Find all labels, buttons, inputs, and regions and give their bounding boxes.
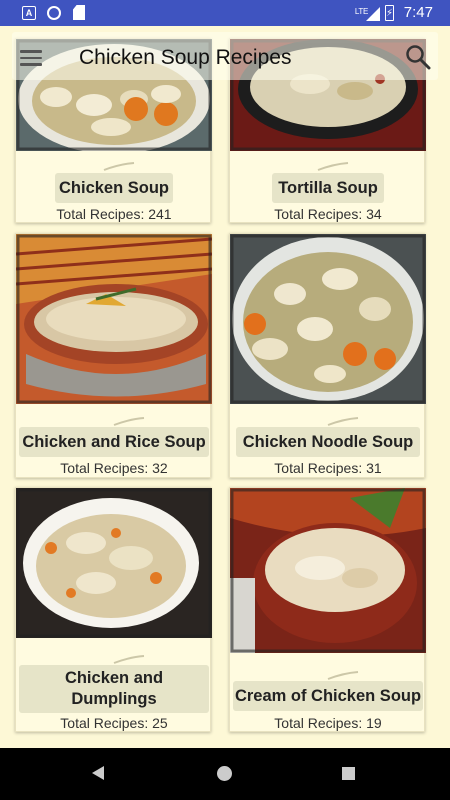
recipe-title-box: Tortilla Soup [272, 173, 384, 203]
recipe-count: Total Recipes: 31 [274, 460, 382, 476]
system-navigation-bar [0, 748, 450, 800]
home-icon[interactable] [217, 766, 232, 781]
recipe-title-box: Chicken Soup [55, 173, 173, 203]
recipe-title: Cream of Chicken Soup [234, 686, 422, 705]
decorative-swoosh [103, 162, 135, 171]
decorative-swoosh [113, 417, 145, 426]
recipe-card-chicken-and-dumplings[interactable]: Chicken and Dumplings Total Recipes: 25 [15, 487, 212, 732]
recipe-title: Chicken Noodle Soup [242, 432, 414, 451]
recipe-title-box: Chicken and Dumplings [19, 665, 209, 713]
recipe-card-chicken-noodle-soup[interactable]: Chicken Noodle Soup Total Recipes: 31 [229, 233, 426, 478]
decorative-swoosh [317, 162, 349, 171]
decorative-swoosh [113, 655, 145, 664]
hamburger-menu-icon[interactable] [20, 50, 42, 66]
decorative-swoosh [327, 417, 359, 426]
chicken-dumplings-photo [16, 488, 212, 638]
recipe-card-cream-of-chicken-soup[interactable]: Cream of Chicken Soup Total Recipes: 19 [229, 487, 426, 732]
back-icon[interactable] [92, 766, 104, 780]
recipe-card-chicken-and-rice-soup[interactable]: Chicken and Rice Soup Total Recipes: 32 [15, 233, 212, 478]
recipe-title: Chicken Soup [58, 178, 169, 197]
decorative-swoosh [327, 671, 359, 680]
chicken-rice-soup-photo [16, 234, 212, 404]
search-icon[interactable] [405, 44, 431, 70]
recipe-title-box: Chicken Noodle Soup [236, 427, 420, 457]
status-bar: A LTE ⚡ 7:47 [0, 0, 450, 26]
recipe-title: Tortilla Soup [278, 178, 378, 197]
chicken-noodle-soup-photo [230, 234, 426, 404]
recipe-title: Chicken and Dumplings [64, 669, 164, 708]
recipe-grid[interactable]: Chicken Soup Total Recipes: 241 Tortilla… [0, 0, 450, 748]
recipe-count: Total Recipes: 32 [60, 460, 168, 476]
recipe-count: Total Recipes: 19 [274, 715, 382, 731]
app-bar: Chicken Soup Recipes [0, 26, 450, 88]
signal-strength-icon [366, 7, 380, 21]
recipe-count: Total Recipes: 241 [56, 206, 172, 222]
clock-time: 7:47 [403, 3, 433, 21]
recipe-title-box: Cream of Chicken Soup [233, 681, 423, 711]
recipe-count: Total Recipes: 25 [60, 715, 168, 731]
recent-apps-icon[interactable] [342, 767, 355, 780]
cream-chicken-soup-photo [230, 488, 426, 653]
sd-card-icon [73, 5, 85, 20]
recipe-title-box: Chicken and Rice Soup [19, 427, 209, 457]
sync-circle-icon [47, 6, 61, 20]
recipe-title: Chicken and Rice Soup [22, 432, 206, 451]
recipe-count: Total Recipes: 34 [274, 206, 382, 222]
page-title: Chicken Soup Recipes [79, 46, 292, 69]
battery-charging-icon: ⚡ [385, 5, 394, 21]
notification-a-icon: A [22, 6, 36, 20]
